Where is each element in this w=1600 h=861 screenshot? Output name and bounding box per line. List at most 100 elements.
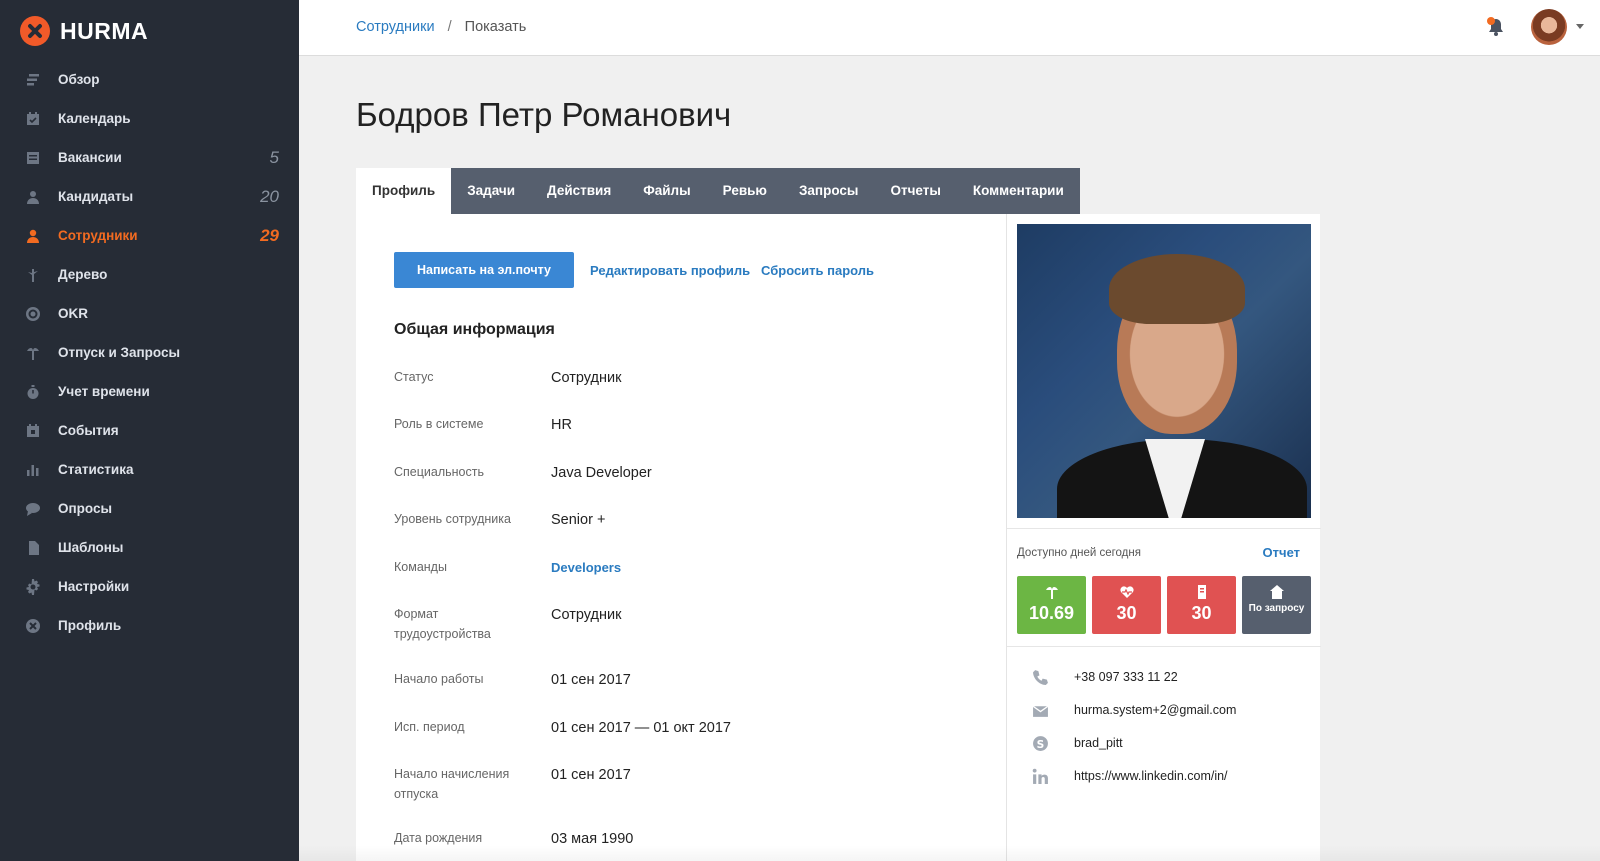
general-info-title: Общая информация bbox=[394, 321, 555, 338]
palm-icon bbox=[24, 344, 42, 362]
stopwatch-icon bbox=[24, 383, 42, 401]
mail-icon bbox=[1031, 701, 1049, 719]
phone-icon bbox=[1031, 668, 1049, 686]
field-label-probation: Исп. период bbox=[394, 720, 465, 734]
sidebar-item-label: Вакансии bbox=[58, 150, 122, 165]
contact-linkedin-value[interactable]: https://www.linkedin.com/in/ bbox=[1074, 769, 1228, 783]
tab-requests[interactable]: Запросы bbox=[783, 168, 874, 214]
sidebar-item-events[interactable]: События bbox=[0, 411, 299, 450]
sidebar-item-vacancies[interactable]: Вакансии 5 bbox=[0, 138, 299, 177]
contact-skype-value: brad_pitt bbox=[1074, 736, 1123, 750]
sidebar-item-candidates[interactable]: Кандидаты 20 bbox=[0, 177, 299, 216]
sidebar-item-overview[interactable]: Обзор bbox=[0, 60, 299, 99]
field-value-specialty: Java Developer bbox=[551, 465, 652, 481]
svg-text:S: S bbox=[1036, 737, 1044, 750]
palm-icon bbox=[1017, 584, 1086, 602]
employee-photo[interactable] bbox=[1017, 224, 1311, 518]
sidebar-item-tree[interactable]: Дерево bbox=[0, 255, 299, 294]
document-icon bbox=[1167, 584, 1236, 602]
tile-value: 10.69 bbox=[1028, 603, 1075, 623]
sidebar-item-label: OKR bbox=[58, 306, 88, 321]
profile-icon bbox=[24, 617, 42, 635]
sidebar-item-count: 29 bbox=[260, 225, 279, 245]
page-title: Бодров Петр Романович bbox=[356, 96, 732, 133]
breadcrumb-employees-link[interactable]: Сотрудники bbox=[356, 19, 435, 35]
top-bar: Сотрудники / Показать bbox=[299, 0, 1600, 56]
tab-profile[interactable]: Профиль bbox=[356, 168, 452, 214]
send-email-button[interactable]: Написать на эл.почту bbox=[394, 252, 574, 288]
tile-value: 30 bbox=[1116, 603, 1137, 623]
tab-actions[interactable]: Действия bbox=[531, 168, 627, 214]
divider bbox=[1007, 646, 1321, 647]
tile-value: По запросу bbox=[1248, 603, 1305, 614]
gear-icon bbox=[24, 578, 42, 596]
field-label-vacation-accrual: Начало начисления отпуска bbox=[394, 767, 510, 801]
breadcrumb-current: Показать bbox=[464, 19, 527, 35]
field-value-probation: 01 сен 2017 — 01 окт 2017 bbox=[551, 720, 731, 736]
sidebar-item-label: Учет времени bbox=[58, 384, 150, 399]
target-icon bbox=[24, 305, 42, 323]
tab-reports[interactable]: Отчеты bbox=[874, 168, 956, 214]
sidebar-item-templates[interactable]: Шаблоны bbox=[0, 528, 299, 567]
sidebar-item-employees[interactable]: Сотрудники 29 bbox=[0, 216, 299, 255]
sidebar-item-profile[interactable]: Профиль bbox=[0, 606, 299, 645]
tile-sick-leave[interactable]: 30 bbox=[1092, 576, 1161, 634]
sidebar-item-label: Календарь bbox=[58, 111, 131, 126]
tile-value: 30 bbox=[1191, 603, 1212, 623]
calendar-icon bbox=[24, 110, 42, 128]
vacancies-icon bbox=[24, 149, 42, 167]
sidebar-item-calendar[interactable]: Календарь bbox=[0, 99, 299, 138]
contact-phone: +38 097 333 11 22 bbox=[1031, 668, 1178, 686]
templates-icon bbox=[24, 539, 42, 557]
tile-on-request[interactable]: По запросу bbox=[1242, 576, 1311, 634]
skype-icon: S bbox=[1031, 734, 1049, 752]
sidebar-item-label: Обзор bbox=[58, 72, 100, 87]
sidebar-item-label: Шаблоны bbox=[58, 540, 124, 555]
logo[interactable]: HURMA bbox=[20, 16, 148, 46]
field-label-start-date: Начало работы bbox=[394, 672, 484, 686]
edit-profile-link[interactable]: Редактировать профиль bbox=[590, 263, 750, 278]
sidebar-item-time-tracking[interactable]: Учет времени bbox=[0, 372, 299, 411]
contact-linkedin: https://www.linkedin.com/in/ bbox=[1031, 767, 1228, 785]
overview-icon bbox=[24, 71, 42, 89]
notifications-bell-icon[interactable] bbox=[1485, 16, 1507, 38]
bottom-shade bbox=[299, 845, 1600, 861]
sidebar-item-statistics[interactable]: Статистика bbox=[0, 450, 299, 489]
divider bbox=[1007, 528, 1321, 529]
field-value-level: Senior + bbox=[551, 512, 606, 528]
tab-tasks[interactable]: Задачи bbox=[451, 168, 531, 214]
photo-hair bbox=[1109, 254, 1245, 324]
tree-icon bbox=[24, 266, 42, 284]
tab-files[interactable]: Файлы bbox=[627, 168, 706, 214]
tab-comments[interactable]: Комментарии bbox=[957, 168, 1080, 214]
sidebar-item-settings[interactable]: Настройки bbox=[0, 567, 299, 606]
availability-report-link[interactable]: Отчет bbox=[1263, 545, 1300, 560]
sidebar-item-label: Опросы bbox=[58, 501, 113, 516]
tab-review[interactable]: Ревью bbox=[707, 168, 783, 214]
events-icon bbox=[24, 422, 42, 440]
tile-vacation[interactable]: 10.69 bbox=[1017, 576, 1086, 634]
team-link-developers[interactable]: Developers bbox=[551, 558, 621, 578]
sidebar-item-vacation[interactable]: Отпуск и Запросы bbox=[0, 333, 299, 372]
breadcrumb-separator: / bbox=[447, 19, 452, 35]
sidebar-item-okr[interactable]: OKR bbox=[0, 294, 299, 333]
field-label-specialty: Специальность bbox=[394, 465, 484, 479]
linkedin-icon bbox=[1031, 767, 1049, 785]
sidebar-item-surveys[interactable]: Опросы bbox=[0, 489, 299, 528]
field-value-vacation-accrual: 01 сен 2017 bbox=[551, 767, 631, 783]
chevron-down-icon[interactable] bbox=[1576, 24, 1584, 29]
sidebar-item-label: Статистика bbox=[58, 462, 134, 477]
reset-password-link[interactable]: Сбросить пароль bbox=[761, 263, 874, 278]
contact-email-value[interactable]: hurma.system+2@gmail.com bbox=[1074, 703, 1236, 717]
user-avatar[interactable] bbox=[1531, 9, 1567, 45]
tile-documented-sick[interactable]: 30 bbox=[1167, 576, 1236, 634]
sidebar-item-label: Сотрудники bbox=[58, 228, 138, 243]
profile-side-panel: Доступно дней сегодня Отчет 10.69 30 30 … bbox=[1006, 214, 1321, 861]
contact-email: hurma.system+2@gmail.com bbox=[1031, 701, 1236, 719]
field-label-status: Статус bbox=[394, 370, 434, 384]
field-value-start-date: 01 сен 2017 bbox=[551, 672, 631, 688]
field-label-role: Роль в системе bbox=[394, 417, 484, 431]
sidebar-item-label: Кандидаты bbox=[58, 189, 134, 204]
available-days-label: Доступно дней сегодня bbox=[1017, 547, 1141, 559]
sidebar-item-label: Отпуск и Запросы bbox=[58, 345, 180, 360]
